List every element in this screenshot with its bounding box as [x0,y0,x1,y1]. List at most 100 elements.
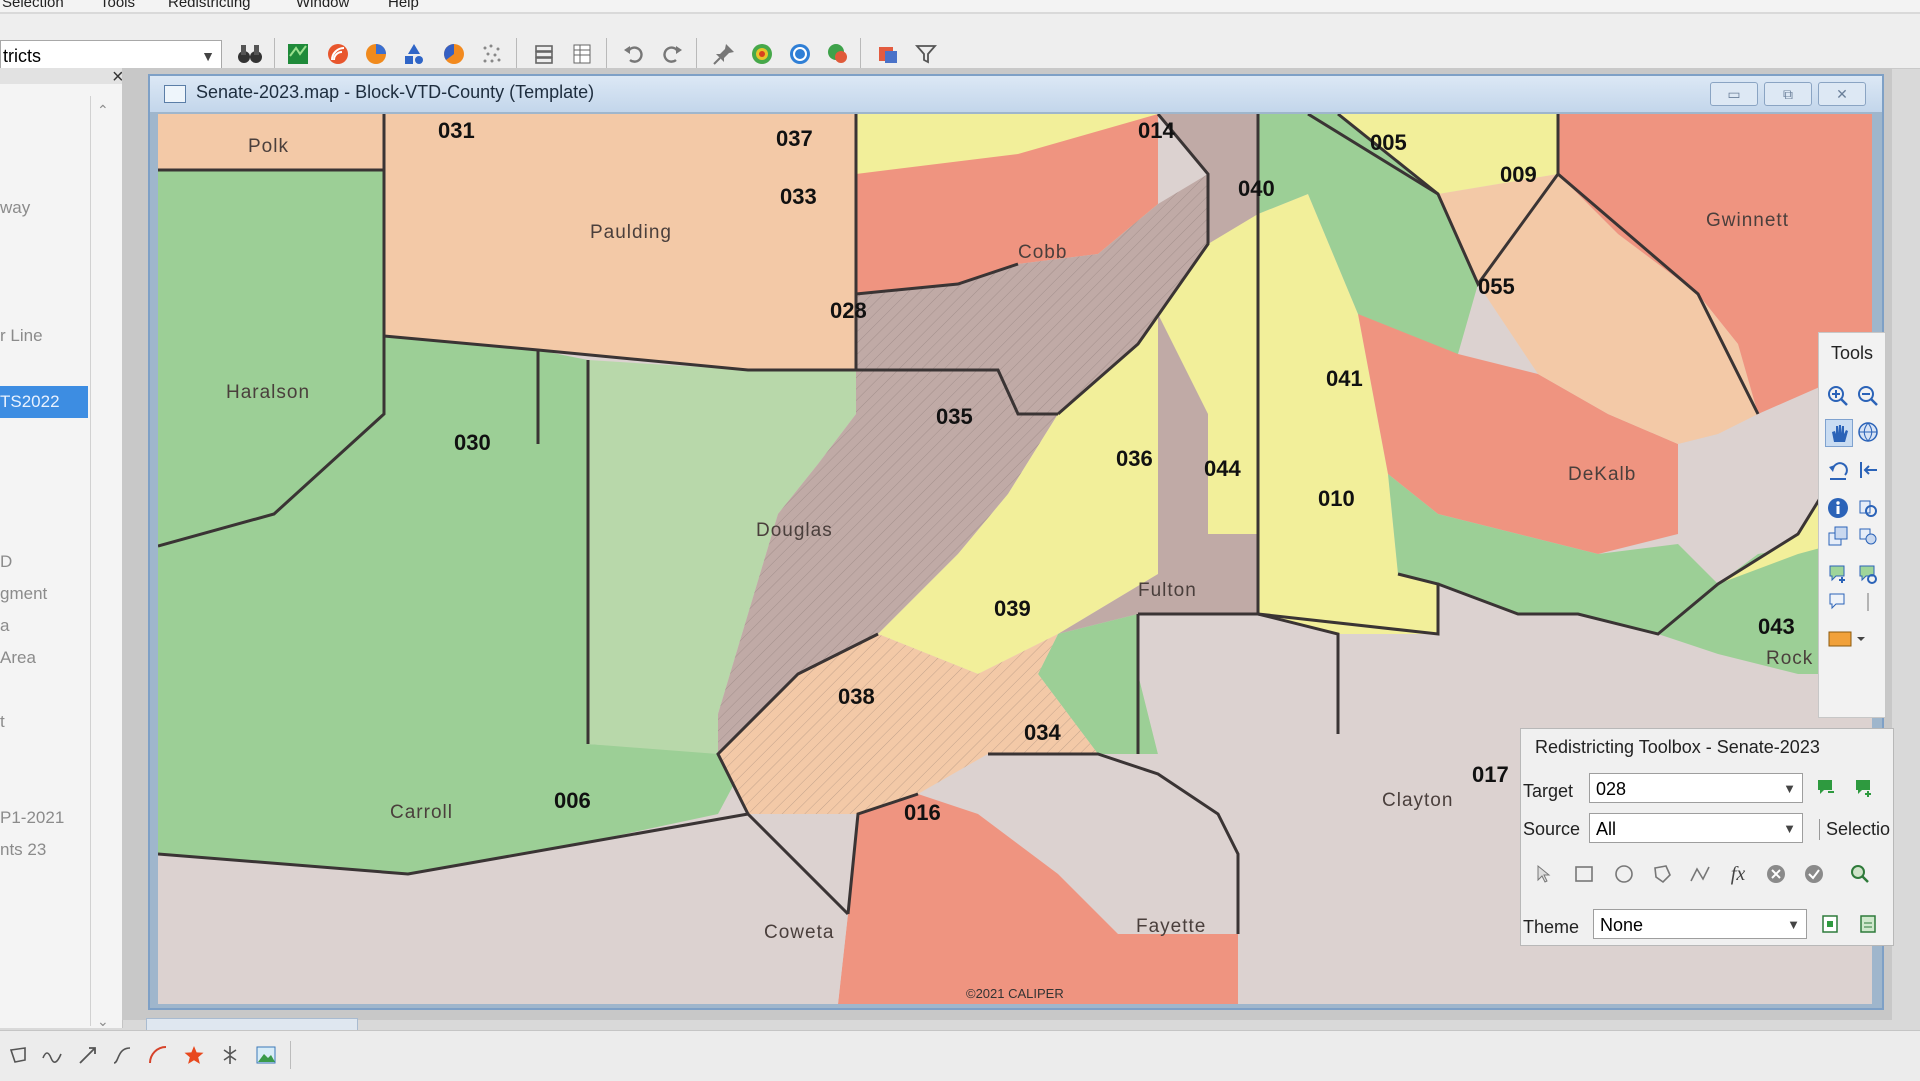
county-label-gwinnett: Gwinnett [1706,210,1789,231]
circle-tool-icon[interactable] [1611,861,1637,887]
panel-item[interactable]: D [0,552,12,572]
circle-icon[interactable] [784,38,816,70]
redo-icon[interactable] [656,38,688,70]
county-label-carroll: Carroll [390,802,453,823]
menu-selection[interactable]: Selection [2,0,64,11]
globe-icon[interactable] [1855,419,1881,445]
panel-item[interactable]: way [0,198,30,218]
rectangle-tool-icon[interactable] [1571,861,1597,887]
stack-icon[interactable] [528,38,560,70]
panel-item[interactable]: gment [0,584,47,604]
target-icon[interactable] [746,38,778,70]
county-label-dekalb: DeKalb [1568,464,1636,485]
theme-value: None [1600,915,1644,935]
add-district-icon[interactable] [1851,775,1877,801]
layers-panel: × ⌃ ⌄ way r Line TS2022 D gment a Area t… [0,66,124,1029]
menu-tools[interactable]: Tools [100,0,135,11]
restore-button[interactable]: ⧉ [1764,82,1812,106]
menu-redistricting[interactable]: Redistricting [168,0,251,11]
panel-item[interactable]: r Line [0,326,43,346]
table-icon[interactable] [566,38,598,70]
menu-window[interactable]: Window [296,0,349,11]
line-tool-icon[interactable] [1687,861,1713,887]
undo-icon[interactable] [618,38,650,70]
theme-edit-icon[interactable] [1855,911,1881,937]
curve-icon[interactable] [108,1041,136,1069]
district-label-014: 014 [1138,118,1175,143]
close-window-button[interactable]: ✕ [1818,82,1866,106]
target-value: 028 [1596,779,1627,799]
map-overlay-icon[interactable] [872,38,904,70]
pin-icon[interactable] [708,38,740,70]
target-select[interactable]: 028 ▼ [1589,773,1803,803]
rss-layer-icon[interactable] [322,38,354,70]
dot-density-icon[interactable] [476,38,508,70]
pie-chart-icon[interactable] [360,38,392,70]
district-label-030: 030 [454,430,491,455]
search-icon[interactable] [1847,861,1873,887]
district-label-006: 006 [554,788,591,813]
district-label-044: 044 [1204,456,1241,481]
county-label-fulton: Fulton [1138,580,1197,601]
theme-add-icon[interactable] [1817,911,1843,937]
layer-select[interactable]: tricts ▼ [0,40,222,70]
palette-icon[interactable] [1825,625,1869,651]
label-icon[interactable] [1855,495,1881,521]
panel-item[interactable]: a [0,616,9,636]
check-icon[interactable] [1801,861,1827,887]
menu-help[interactable]: Help [388,0,419,11]
panel-item[interactable]: t [0,712,5,732]
minimize-button[interactable]: ▭ [1710,82,1758,106]
shapes-icon[interactable] [398,38,430,70]
image-icon[interactable] [252,1041,280,1069]
district-017-region [1238,814,1398,1004]
link-icon[interactable] [1855,523,1881,549]
layers-icon[interactable] [1825,523,1851,549]
map-search-icon[interactable] [822,38,854,70]
county-label-coweta: Coweta [764,922,834,943]
formula-icon[interactable]: fx [1725,861,1751,887]
select-add-icon[interactable] [1825,561,1851,587]
assign-district-icon[interactable] [1813,775,1839,801]
district-label-033: 033 [780,184,817,209]
zoom-in-icon[interactable] [1825,383,1851,409]
chevron-down-icon[interactable]: ⌄ [97,1013,109,1030]
chevron-up-icon[interactable]: ⌃ [97,102,109,119]
map-layer-icon[interactable] [282,38,314,70]
tools-panel-title: Tools [1831,343,1874,363]
panel-item-selected[interactable]: TS2022 [0,386,88,418]
county-label-rock: Rock [1766,648,1813,669]
clear-icon[interactable] [1763,861,1789,887]
source-select[interactable]: All ▼ [1589,813,1803,843]
polygon-tool-icon[interactable] [1649,861,1675,887]
zoom-out-icon[interactable] [1855,383,1881,409]
map-window-titlebar[interactable]: Senate-2023.map - Block-VTD-County (Temp… [150,76,1882,112]
panel-item[interactable]: nts 23 [0,840,46,860]
split-icon[interactable] [216,1041,244,1069]
pan-hand-icon[interactable] [1825,419,1853,447]
arc-icon[interactable] [144,1041,172,1069]
freehand-icon[interactable] [38,1041,66,1069]
county-label-paulding: Paulding [590,222,672,243]
binoculars-icon[interactable] [234,38,266,70]
back-icon[interactable] [1825,457,1851,483]
panel-item[interactable]: P1-2021 [0,808,64,828]
district-label-009: 009 [1500,162,1537,187]
theme-select[interactable]: None ▼ [1593,909,1807,939]
county-label-cobb: Cobb [1018,242,1067,263]
star-icon[interactable] [180,1041,208,1069]
color-theme-icon[interactable] [438,38,470,70]
panel-item[interactable]: Area [0,648,36,668]
district-label-043: 043 [1758,614,1795,639]
select-box-icon[interactable] [1825,589,1851,615]
scrollbar[interactable]: ⌃ ⌄ [90,96,113,1029]
filter-icon[interactable] [910,38,942,70]
pointer-tool-icon[interactable] [1531,861,1557,887]
extent-icon[interactable] [1855,457,1881,483]
district-label-016: 016 [904,800,941,825]
info-icon[interactable] [1825,495,1851,521]
arrow-icon[interactable] [74,1041,102,1069]
menu-bar: Selection Tools Redistricting Window Hel… [0,0,1920,12]
select-point-icon[interactable] [1855,561,1881,587]
lasso-icon[interactable] [4,1041,32,1069]
